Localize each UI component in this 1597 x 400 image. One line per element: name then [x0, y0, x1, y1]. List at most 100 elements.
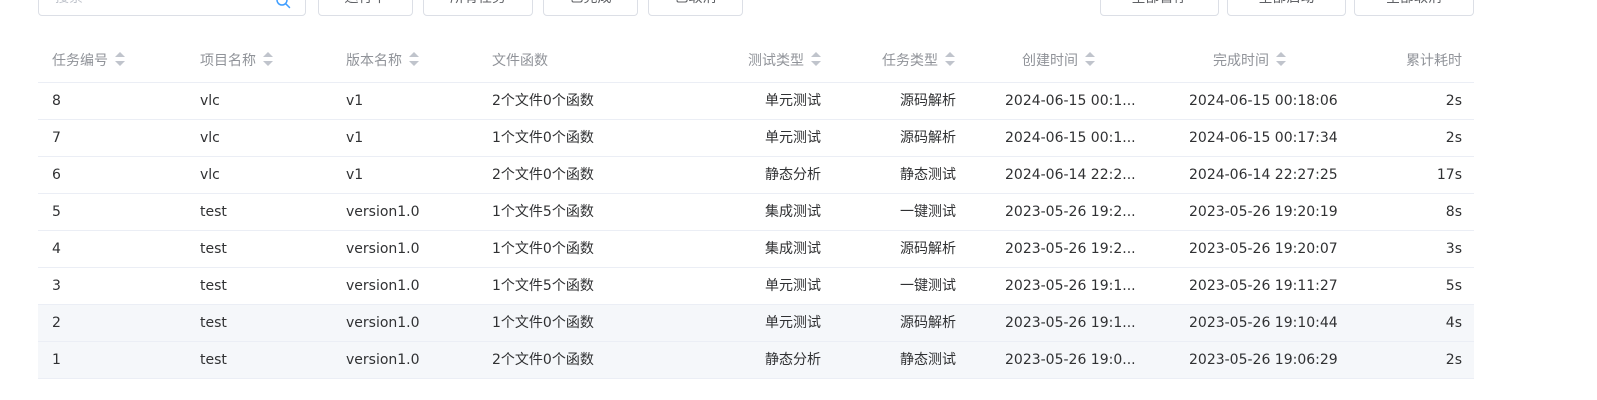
cell-task-id: 3	[52, 278, 61, 294]
cell-created-time: 2024-06-14 22:2...	[1005, 167, 1136, 183]
header-task-type[interactable]: 任务类型	[882, 38, 1002, 83]
sort-icon[interactable]	[263, 52, 273, 66]
sort-icon[interactable]	[811, 52, 821, 66]
search-icon[interactable]	[275, 0, 291, 9]
cell-created-time: 2023-05-26 19:0...	[1005, 352, 1136, 368]
header-elapsed-time: 累计耗时	[1378, 38, 1462, 83]
cell-created-time: 2024-06-15 00:1...	[1005, 93, 1136, 109]
cell-finished-time: 2024-06-15 00:18:06	[1189, 93, 1338, 109]
cell-finished-time: 2024-06-15 00:17:34	[1189, 130, 1338, 146]
cell-created-time: 2024-06-15 00:1...	[1005, 130, 1136, 146]
cell-version-name: version1.0	[346, 241, 420, 257]
sort-icon[interactable]	[945, 52, 955, 66]
cell-project-name: test	[200, 204, 227, 220]
filter-all-tasks-button[interactable]: 所有任务	[423, 0, 533, 16]
sort-icon[interactable]	[1085, 52, 1095, 66]
cell-task-type: 源码解析	[900, 130, 956, 146]
cell-created-time: 2023-05-26 19:2...	[1005, 241, 1136, 257]
cell-task-id: 5	[52, 204, 61, 220]
cell-elapsed-time: 3s	[1445, 241, 1462, 257]
cell-version-name: v1	[346, 167, 364, 183]
header-test-type[interactable]: 测试类型	[748, 38, 868, 83]
cell-task-id: 1	[52, 352, 61, 368]
cell-file-function: 1个文件5个函数	[492, 278, 594, 294]
filter-cancelled-button[interactable]: 已取消	[648, 0, 743, 16]
sort-icon[interactable]	[409, 52, 419, 66]
header-label: 版本名称	[346, 53, 402, 69]
cell-version-name: version1.0	[346, 278, 420, 294]
cell-version-name: version1.0	[346, 204, 420, 220]
pause-all-button[interactable]: 全部暂停	[1100, 0, 1219, 16]
task-list-page: 运行中 所有任务 已完成 已取消 全部暂停 全部启动 全部取消 任务编号 项目名…	[0, 0, 1597, 400]
start-all-button[interactable]: 全部启动	[1227, 0, 1346, 16]
header-project-name[interactable]: 项目名称	[200, 38, 330, 83]
header-label: 项目名称	[200, 53, 256, 69]
cell-elapsed-time: 8s	[1445, 204, 1462, 220]
table-row[interactable]: 6 vlc v1 2个文件0个函数 静态分析 静态测试 2024-06-14 22:2...…	[38, 157, 1474, 194]
header-task-id[interactable]: 任务编号	[52, 38, 182, 83]
cell-elapsed-time: 17s	[1436, 167, 1462, 183]
table-row[interactable]: 5 test version1.0 1个文件5个函数 集成测试 一键测试 2023-05-2…	[38, 194, 1474, 231]
sort-icon[interactable]	[1276, 52, 1286, 66]
table-row[interactable]: 2 test version1.0 1个文件0个函数 单元测试 源码解析 2023-05-2…	[38, 305, 1474, 342]
cell-test-type: 单元测试	[765, 278, 821, 294]
cell-file-function: 1个文件5个函数	[492, 204, 594, 220]
cell-project-name: vlc	[200, 93, 220, 109]
cell-task-id: 8	[52, 93, 61, 109]
header-label: 测试类型	[748, 53, 804, 69]
search-box[interactable]	[38, 0, 306, 16]
cancel-all-button[interactable]: 全部取消	[1354, 0, 1474, 16]
header-label: 完成时间	[1213, 53, 1269, 69]
cell-file-function: 2个文件0个函数	[492, 93, 594, 109]
header-label: 任务类型	[882, 53, 938, 69]
cell-test-type: 单元测试	[765, 315, 821, 331]
cell-finished-time: 2023-05-26 19:11:27	[1189, 278, 1338, 294]
cell-elapsed-time: 2s	[1445, 352, 1462, 368]
header-finished-time[interactable]: 完成时间	[1213, 38, 1363, 83]
cell-project-name: vlc	[200, 167, 220, 183]
cell-test-type: 静态分析	[765, 167, 821, 183]
cell-task-type: 源码解析	[900, 241, 956, 257]
cell-version-name: v1	[346, 93, 364, 109]
cell-finished-time: 2023-05-26 19:10:44	[1189, 315, 1338, 331]
cell-task-type: 静态测试	[900, 352, 956, 368]
cell-file-function: 1个文件0个函数	[492, 315, 594, 331]
cell-file-function: 1个文件0个函数	[492, 241, 594, 257]
cell-elapsed-time: 4s	[1445, 315, 1462, 331]
toolbar: 运行中 所有任务 已完成 已取消 全部暂停 全部启动 全部取消	[0, 0, 1597, 18]
cell-project-name: test	[200, 278, 227, 294]
cell-version-name: version1.0	[346, 352, 420, 368]
cell-test-type: 单元测试	[765, 93, 821, 109]
cell-finished-time: 2023-05-26 19:06:29	[1189, 352, 1338, 368]
header-file-function: 文件函数	[492, 38, 692, 83]
cell-test-type: 集成测试	[765, 241, 821, 257]
header-version-name[interactable]: 版本名称	[346, 38, 476, 83]
cell-task-type: 源码解析	[900, 93, 956, 109]
filter-completed-button[interactable]: 已完成	[543, 0, 638, 16]
cell-task-id: 4	[52, 241, 61, 257]
cell-finished-time: 2024-06-14 22:27:25	[1189, 167, 1338, 183]
cell-created-time: 2023-05-26 19:1...	[1005, 315, 1136, 331]
table-row[interactable]: 8 vlc v1 2个文件0个函数 单元测试 源码解析 2024-06-15 00:1...…	[38, 83, 1474, 120]
header-label: 文件函数	[492, 53, 548, 69]
table-row[interactable]: 7 vlc v1 1个文件0个函数 单元测试 源码解析 2024-06-15 00:1...…	[38, 120, 1474, 157]
search-input[interactable]	[39, 0, 291, 15]
cell-task-type: 静态测试	[900, 167, 956, 183]
table-row[interactable]: 3 test version1.0 1个文件5个函数 单元测试 一键测试 2023-05-2…	[38, 268, 1474, 305]
cell-elapsed-time: 2s	[1445, 93, 1462, 109]
header-label: 创建时间	[1022, 53, 1078, 69]
table-row[interactable]: 1 test version1.0 2个文件0个函数 静态分析 静态测试 2023-05-2…	[38, 342, 1474, 379]
table-body: 8 vlc v1 2个文件0个函数 单元测试 源码解析 2024-06-15 00:1...…	[38, 83, 1474, 379]
cell-elapsed-time: 5s	[1445, 278, 1462, 294]
header-created-time[interactable]: 创建时间	[1022, 38, 1172, 83]
cell-version-name: version1.0	[346, 315, 420, 331]
filter-running-button[interactable]: 运行中	[318, 0, 413, 16]
cell-project-name: vlc	[200, 130, 220, 146]
cell-test-type: 单元测试	[765, 130, 821, 146]
cell-task-id: 2	[52, 315, 61, 331]
header-label: 任务编号	[52, 53, 108, 69]
table-row[interactable]: 4 test version1.0 1个文件0个函数 集成测试 源码解析 2023-05-2…	[38, 231, 1474, 268]
cell-created-time: 2023-05-26 19:2...	[1005, 204, 1136, 220]
sort-icon[interactable]	[115, 52, 125, 66]
cell-file-function: 1个文件0个函数	[492, 130, 594, 146]
